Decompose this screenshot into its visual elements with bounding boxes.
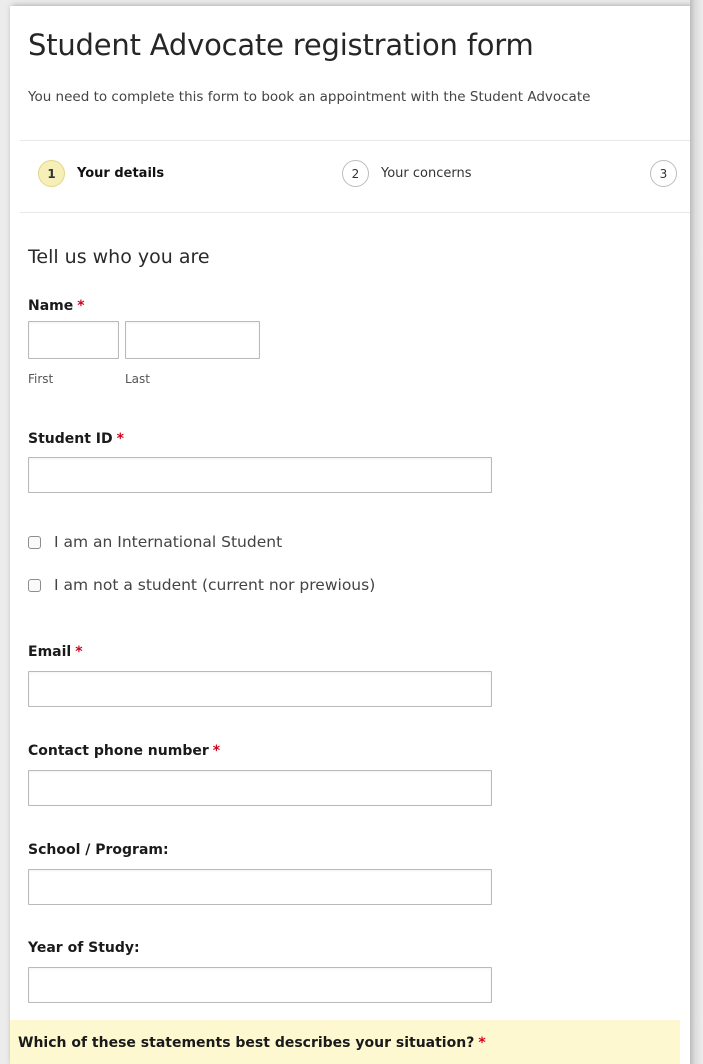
student-id-input[interactable]	[28, 457, 492, 493]
required-marker: *	[116, 431, 124, 447]
form-page: Student Advocate registration form You n…	[10, 6, 690, 1064]
last-name-sublabel: Last	[125, 372, 150, 386]
email-input[interactable]	[28, 671, 492, 707]
page-subtitle: You need to complete this form to book a…	[28, 89, 591, 105]
step-your-details[interactable]: 1 Your details	[38, 160, 164, 187]
not-student-option[interactable]: I am not a student (current nor prewious…	[28, 576, 375, 594]
situation-question: Which of these statements best describes…	[18, 1035, 486, 1051]
email-label: Email *	[28, 644, 83, 660]
required-marker: *	[75, 644, 83, 660]
year-of-study-input[interactable]	[28, 967, 492, 1003]
step-number: 2	[342, 160, 369, 187]
phone-label: Contact phone number *	[28, 743, 221, 759]
step-your-concerns[interactable]: 2 Your concerns	[342, 160, 472, 187]
step-label: Your concerns	[381, 166, 472, 181]
step-number: 1	[38, 160, 65, 187]
first-name-sublabel: First	[28, 372, 54, 386]
last-name-input[interactable]	[125, 321, 260, 359]
situation-question-bar: Which of these statements best describes…	[10, 1020, 680, 1064]
required-marker: *	[212, 743, 221, 759]
year-of-study-label: Year of Study:	[28, 940, 140, 956]
student-id-label: Student ID *	[28, 431, 124, 447]
checkbox-label: I am an International Student	[54, 533, 283, 551]
page-title: Student Advocate registration form	[28, 28, 534, 62]
school-program-input[interactable]	[28, 869, 492, 905]
step-number: 3	[650, 160, 677, 187]
checkbox-label: I am not a student (current nor prewious…	[54, 576, 376, 594]
school-program-label: School / Program:	[28, 842, 169, 858]
international-student-option[interactable]: I am an International Student	[28, 533, 282, 551]
section-heading: Tell us who you are	[28, 246, 210, 268]
first-name-input[interactable]	[28, 321, 119, 359]
name-label: Name *	[28, 298, 85, 314]
window-edge-shadow	[690, 0, 703, 1064]
progress-steps: 1 Your details 2 Your concerns 3 R	[28, 160, 690, 200]
step-three[interactable]: 3 R	[650, 160, 690, 187]
phone-input[interactable]	[28, 770, 492, 806]
required-marker: *	[77, 298, 85, 314]
required-marker: *	[478, 1035, 486, 1051]
international-student-checkbox[interactable]	[28, 535, 41, 549]
not-student-checkbox[interactable]	[28, 578, 41, 592]
header-divider	[20, 140, 690, 141]
step-label: Your details	[77, 166, 165, 181]
steps-divider	[20, 212, 690, 213]
